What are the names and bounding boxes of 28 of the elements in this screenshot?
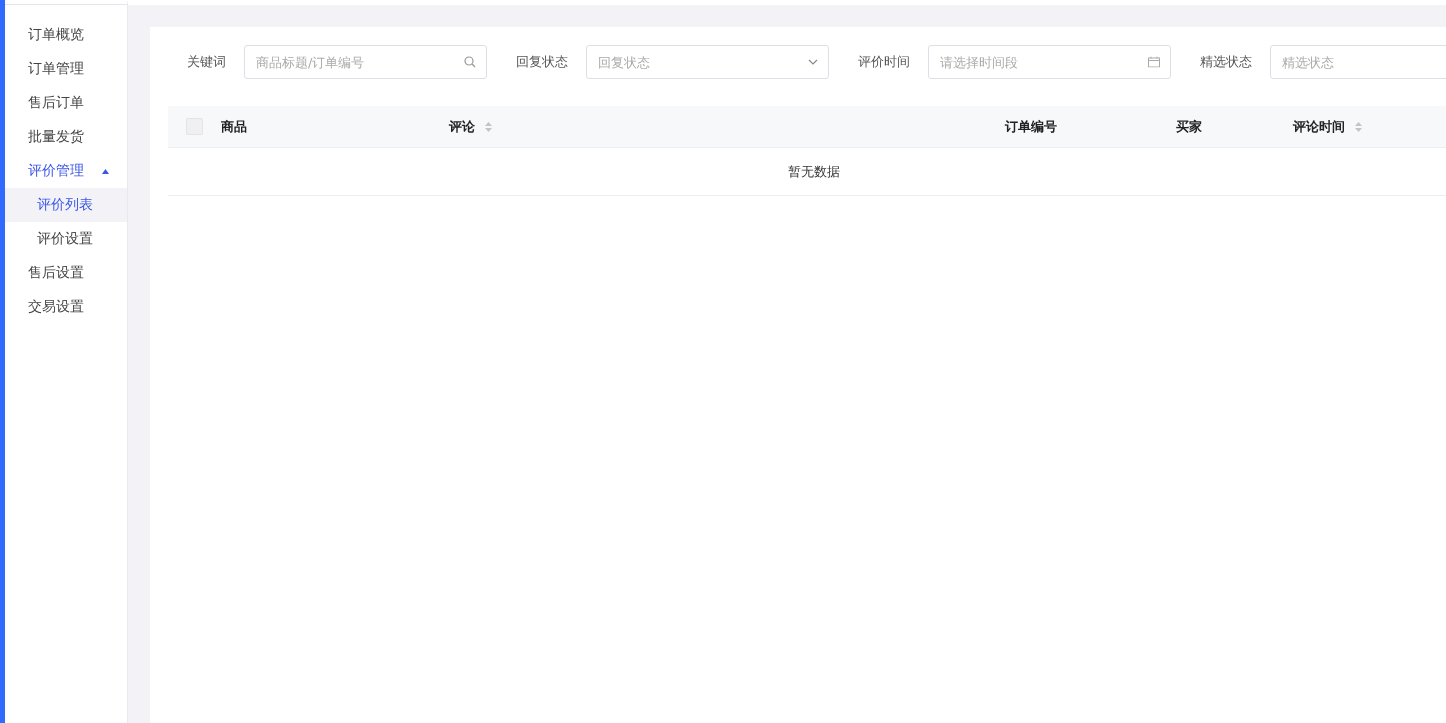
sort-icon[interactable] bbox=[485, 121, 492, 132]
sidebar-item[interactable]: 售后订单 bbox=[5, 86, 127, 120]
sidebar-item[interactable]: 批量发货 bbox=[5, 120, 127, 154]
select-field[interactable]: 回复状态 bbox=[586, 45, 829, 79]
sidebar-item[interactable]: 评价管理 bbox=[5, 154, 127, 188]
sort-icon[interactable] bbox=[1355, 121, 1362, 132]
sidebar-item[interactable]: 订单概览 bbox=[5, 18, 127, 52]
sidebar-item[interactable]: 评价设置 bbox=[5, 222, 127, 256]
empty-message: 暂无数据 bbox=[788, 162, 840, 181]
filter-label: 回复状态 bbox=[516, 53, 568, 71]
filter-label: 关键词 bbox=[187, 53, 226, 71]
search-field[interactable]: 商品标题/订单编号 bbox=[244, 45, 487, 79]
chevron-down-icon bbox=[808, 59, 818, 65]
filter-label: 评价时间 bbox=[858, 53, 910, 71]
calendar-icon bbox=[1148, 56, 1160, 68]
search-icon bbox=[464, 56, 476, 68]
sidebar-item[interactable]: 评价列表 bbox=[5, 188, 127, 222]
date-field[interactable]: 请选择时间段 bbox=[928, 45, 1171, 79]
column-header: 评论时间 bbox=[1293, 117, 1362, 136]
column-header: 评论 bbox=[449, 117, 492, 136]
input-field[interactable]: 精选状态 bbox=[1270, 45, 1446, 79]
sidebar-item[interactable]: 售后设置 bbox=[5, 256, 127, 290]
column-header: 买家 bbox=[1176, 117, 1202, 136]
sidebar-item[interactable]: 交易设置 bbox=[5, 290, 127, 324]
filter-label: 精选状态 bbox=[1200, 53, 1252, 71]
sidebar-item[interactable]: 订单管理 bbox=[5, 52, 127, 86]
column-header: 商品 bbox=[221, 117, 247, 136]
column-header: 订单编号 bbox=[1005, 117, 1057, 136]
